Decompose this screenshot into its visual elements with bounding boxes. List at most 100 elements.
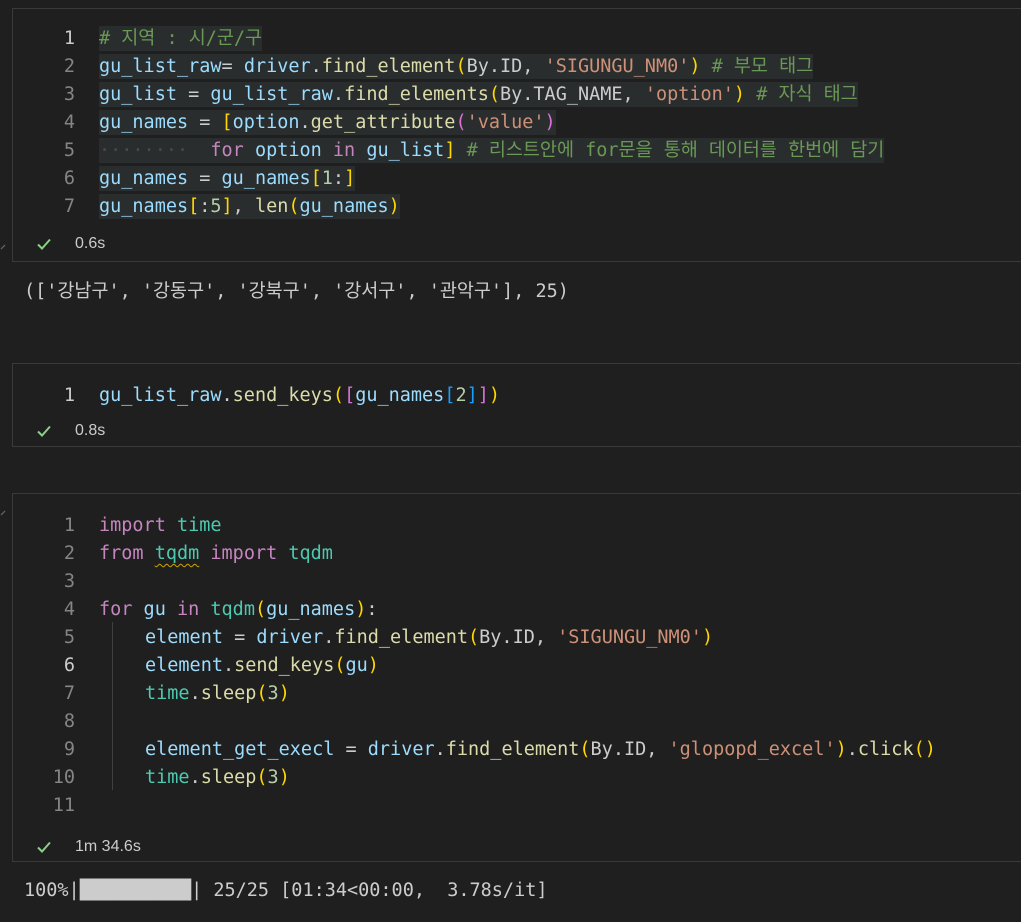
- token: 3: [267, 683, 279, 704]
- token: from: [99, 543, 144, 564]
- code-cell-2[interactable]: 1 gu_list_raw.send_keys([gu_names[2]]) 0…: [12, 363, 1021, 447]
- token: ,: [622, 84, 645, 105]
- line-number: 3: [63, 84, 75, 105]
- collapse-marker[interactable]: [0, 236, 6, 250]
- token: click: [857, 739, 914, 760]
- token: (: [455, 56, 467, 77]
- token: gu_names: [99, 196, 189, 217]
- token: gu_list: [99, 84, 177, 105]
- cell-status: 0.8s: [35, 419, 105, 443]
- token: :: [366, 599, 378, 620]
- token: =: [176, 84, 211, 105]
- token: gu_names: [266, 599, 356, 620]
- token: ]: [444, 140, 456, 161]
- token: [: [344, 385, 356, 406]
- token: in: [165, 599, 200, 620]
- token: (: [579, 739, 591, 760]
- token: sleep: [200, 683, 257, 704]
- line-number: 10: [52, 767, 75, 788]
- line-number: 8: [63, 711, 75, 732]
- token: ): [355, 599, 367, 620]
- token: driver: [243, 56, 311, 77]
- token: import: [99, 515, 166, 536]
- token: .: [846, 739, 858, 760]
- line-number: 4: [63, 599, 75, 620]
- code-line: gu_names[:5], len(gu_names): [99, 193, 400, 221]
- code-line: element_get_execl = driver.find_element(…: [145, 736, 936, 764]
- cell-output: (['강남구', '강동구', '강북구', '강서구', '관악구'], 25…: [24, 281, 569, 302]
- token: =: [221, 56, 244, 77]
- token: ): [367, 655, 379, 676]
- code-cell-1[interactable]: 1 # 지역 : 시/군/구 2 gu_list_raw= driver.fin…: [12, 8, 1021, 262]
- token: gu_names: [355, 385, 445, 406]
- line-number: 7: [63, 683, 75, 704]
- token: time: [165, 515, 222, 536]
- token: 'glopopd_excel': [668, 739, 836, 760]
- token: (: [256, 683, 268, 704]
- token: By.ID: [590, 739, 647, 760]
- code-line: # 지역 : 시/군/구: [99, 25, 263, 53]
- line-number: 9: [63, 739, 75, 760]
- line-number: 2: [63, 543, 75, 564]
- token: 2: [455, 385, 467, 406]
- token: len: [254, 196, 289, 217]
- token: :: [332, 168, 345, 189]
- checkmark-icon: [37, 425, 51, 437]
- token: .: [222, 655, 235, 676]
- token: 'value': [466, 112, 545, 133]
- token: tqdm: [199, 599, 255, 620]
- token: ]: [477, 385, 489, 406]
- token: ,: [232, 196, 255, 217]
- token: tqdm: [277, 543, 333, 564]
- token: import: [199, 543, 278, 564]
- token: ): [701, 627, 714, 648]
- token: for: [210, 140, 244, 161]
- code-line: time.sleep(3): [145, 764, 290, 792]
- token: =: [334, 739, 368, 760]
- whitespace-dots: ········: [99, 140, 189, 161]
- token: 'option': [644, 84, 734, 105]
- token: driver: [256, 627, 324, 648]
- line-number: 1: [63, 515, 75, 536]
- token: gu_names: [299, 196, 389, 217]
- token: gu_names: [99, 112, 189, 133]
- code-cell-3[interactable]: 1 import time 2 from tqdm import tqdm 3 …: [12, 493, 1021, 862]
- code-line: gu_list = gu_list_raw.find_elements(By.T…: [99, 81, 858, 109]
- token: gu_list: [366, 140, 445, 161]
- token: driver: [367, 739, 435, 760]
- cell-status: 1m 34.6s: [35, 835, 141, 859]
- token: gu_list_raw: [99, 56, 222, 77]
- token: =: [188, 112, 222, 133]
- code-line: gu_names = gu_names[1:]: [99, 165, 356, 193]
- checkmark-icon: [37, 841, 51, 853]
- token: (: [256, 767, 268, 788]
- token: .: [221, 385, 233, 406]
- token: :: [199, 196, 211, 217]
- token: =: [188, 168, 222, 189]
- code-line: time.sleep(3): [145, 680, 290, 708]
- token: element: [145, 655, 223, 676]
- token: ): [544, 112, 556, 133]
- collapse-marker[interactable]: [0, 502, 6, 516]
- token: gu_list_raw: [99, 385, 222, 406]
- token: ]: [466, 385, 478, 406]
- token: find_element: [334, 627, 469, 648]
- token: gu: [132, 599, 166, 620]
- token: ,: [534, 627, 558, 648]
- token: element: [145, 627, 223, 648]
- code-line: gu_list_raw= driver.find_element(By.ID, …: [99, 53, 814, 81]
- token: (: [332, 385, 345, 406]
- token: [: [188, 196, 200, 217]
- token: ): [488, 385, 501, 406]
- token: ]: [344, 168, 356, 189]
- token: gu_names: [221, 168, 311, 189]
- token: in: [332, 140, 356, 161]
- checkmark-icon: [37, 238, 51, 250]
- line-number: 6: [63, 168, 75, 189]
- token: sleep: [200, 767, 257, 788]
- token: ): [733, 84, 746, 105]
- comment: # 리스트안에 for문을 통해 데이터를 한번에 담기: [455, 140, 885, 161]
